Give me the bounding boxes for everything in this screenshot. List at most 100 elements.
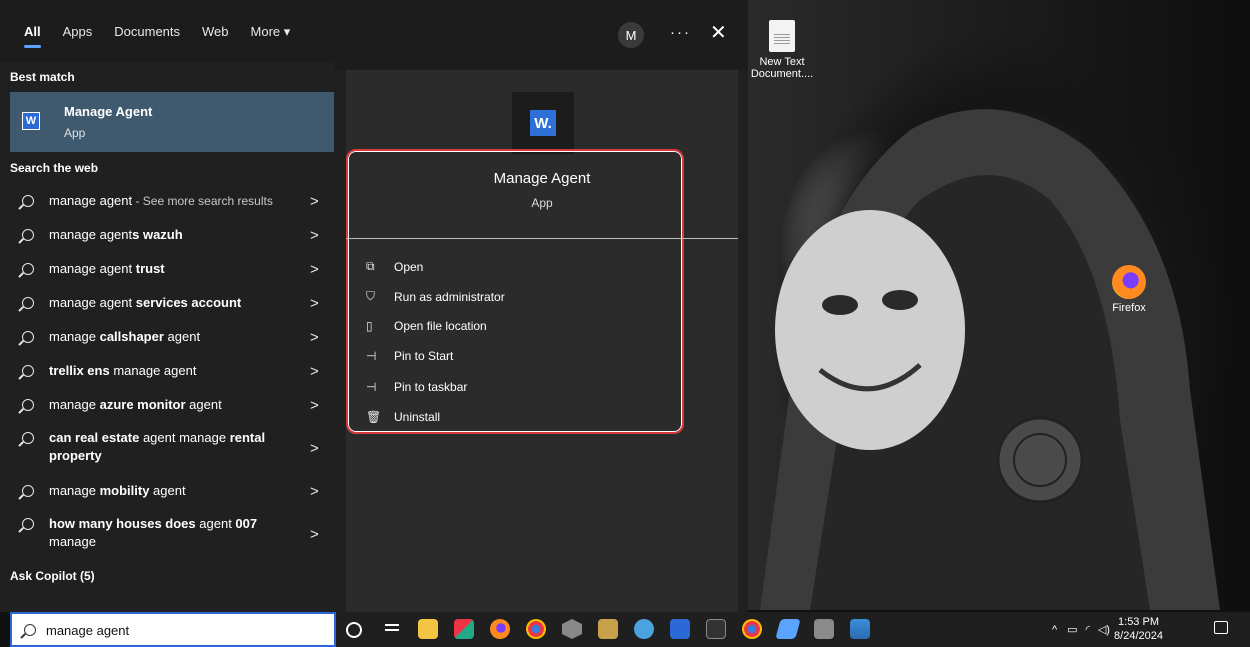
search-box[interactable] [10,612,336,647]
close-icon[interactable]: ✕ [710,20,727,45]
web-result-item[interactable]: can real estate agent manage rental prop… [10,424,334,472]
web-result-item[interactable]: how many houses does agent 007 manage > [10,510,334,558]
action-label: Open file location [394,319,487,333]
detail-app-name: Manage Agent [493,170,591,187]
best-match-type: App [64,126,86,140]
search-icon [22,365,34,377]
volume-icon[interactable]: ◁) [1098,623,1110,636]
search-icon [24,624,36,636]
desktop-icon-label: New Text Document.... [750,56,814,80]
chevron-right-icon: > [310,396,319,414]
web-result-item[interactable]: manage mobility agent > [10,476,334,506]
chevron-right-icon: > [310,362,319,380]
tab-more[interactable]: More ▾ [251,24,291,40]
action-open[interactable]: ⧉ Open [366,259,423,274]
action-pin-to-taskbar[interactable]: ⊣ Pin to taskbar [366,380,467,394]
pin-icon: ⊣ [366,349,377,363]
open-icon: ⧉ [366,259,375,273]
search-icon [22,297,34,309]
web-result-item[interactable]: manage callshaper agent > [10,322,334,352]
desktop-icon-text-document[interactable]: New Text Document.... [750,20,814,80]
result-text-bold: trust [135,261,165,276]
app-icon[interactable] [454,619,474,639]
search-icon [22,485,34,497]
web-result-item[interactable]: manage agents wazuh > [10,220,334,250]
chevron-right-icon: > [310,439,319,457]
virtualbox-icon[interactable] [562,619,582,639]
search-web-heading: Search the web [10,161,99,175]
file-explorer-icon[interactable] [418,619,438,639]
search-icon [22,518,34,530]
notes-icon[interactable] [775,619,801,639]
firefox-icon[interactable] [490,619,510,639]
ask-copilot-heading[interactable]: Ask Copilot (5) [10,569,95,583]
detail-divider [346,238,738,239]
chevron-right-icon: > [310,260,319,278]
clock[interactable]: 1:53 PM 8/24/2024 [1111,615,1166,643]
search-top-bar: All Apps Documents Web More ▾ M ··· ✕ [0,0,748,70]
show-hidden-icons-chevron[interactable]: ^ [1052,624,1057,636]
network-icon[interactable]: ▭ [1067,623,1077,636]
result-text: manage [49,483,100,498]
best-match-item[interactable]: W Manage Agent App [10,92,334,152]
detail-app-type: App [531,196,553,210]
photos-icon[interactable] [850,619,870,639]
tab-documents[interactable]: Documents [114,24,180,40]
tab-all[interactable]: All [24,24,41,48]
action-open-file-location[interactable]: ▯ Open file location [366,319,487,333]
tab-web[interactable]: Web [202,24,229,40]
action-uninstall[interactable]: 🗑 Uninstall [366,410,440,424]
web-result-item[interactable]: trellix ens manage agent > [10,356,334,386]
word-icon[interactable] [670,619,690,639]
app-icon[interactable] [814,619,834,639]
result-text-bold: azure monitor [99,397,186,412]
desktop-icon-firefox[interactable]: Firefox [1104,265,1154,314]
result-text: manage [49,534,96,549]
result-text-bold: can real estate [49,430,140,445]
trash-icon: 🗑 [366,410,382,424]
taskbar: ^ ▭ ◜ ◁) 1:53 PM 8/24/2024 [336,612,1250,647]
result-hint: - See more search results [132,194,273,208]
result-text-bold: services account [135,295,242,310]
cortana-icon[interactable] [346,622,362,638]
web-result-item[interactable]: manage agent - See more search results > [10,186,334,216]
start-search-panel: All Apps Documents Web More ▾ M ··· ✕ Be… [0,0,748,612]
more-options-icon[interactable]: ··· [670,24,691,41]
result-text: manage agent [49,227,133,242]
result-text: agent manage [139,430,230,445]
result-text: manage agent [49,295,136,310]
tab-apps[interactable]: Apps [63,24,93,40]
action-pin-to-start[interactable]: ⊣ Pin to Start [366,349,453,363]
app-icon[interactable] [598,619,618,639]
chevron-right-icon: > [310,192,319,210]
chrome-icon[interactable] [526,619,546,639]
search-input[interactable] [46,620,326,640]
terminal-icon[interactable] [706,619,726,639]
action-label: Pin to taskbar [394,380,468,394]
word-app-icon: W [22,112,40,130]
shield-admin-icon: ⛉ [366,289,376,303]
result-text-bold: 007 [235,516,258,531]
chrome-icon[interactable] [742,619,762,639]
word-app-icon-large: W. [512,92,574,154]
result-text: manage [49,329,100,344]
result-text-bold: how many houses does [49,516,196,531]
web-result-item[interactable]: manage agent services account > [10,288,334,318]
result-text-bold: trellix ens [49,363,110,378]
result-text: manage agent [49,261,136,276]
browser-icon[interactable] [634,619,654,639]
result-text: agent [149,483,186,498]
account-avatar[interactable]: M [618,22,644,48]
result-text-bold: mobility [99,483,150,498]
result-text: manage agent [49,193,133,208]
notification-icon[interactable] [1214,621,1228,634]
action-run-as-administrator[interactable]: ⛉ Run as administrator [366,289,505,304]
wifi-icon[interactable]: ◜ [1086,623,1090,636]
system-tray: ^ ▭ ◜ ◁) [1052,612,1110,647]
web-result-item[interactable]: manage azure monitor agent > [10,390,334,420]
web-result-item[interactable]: manage agent trust > [10,254,334,284]
action-label: Open [394,259,424,274]
chevron-right-icon: > [310,482,319,500]
task-view-icon[interactable] [382,619,402,639]
result-text: manage agent [109,363,197,378]
